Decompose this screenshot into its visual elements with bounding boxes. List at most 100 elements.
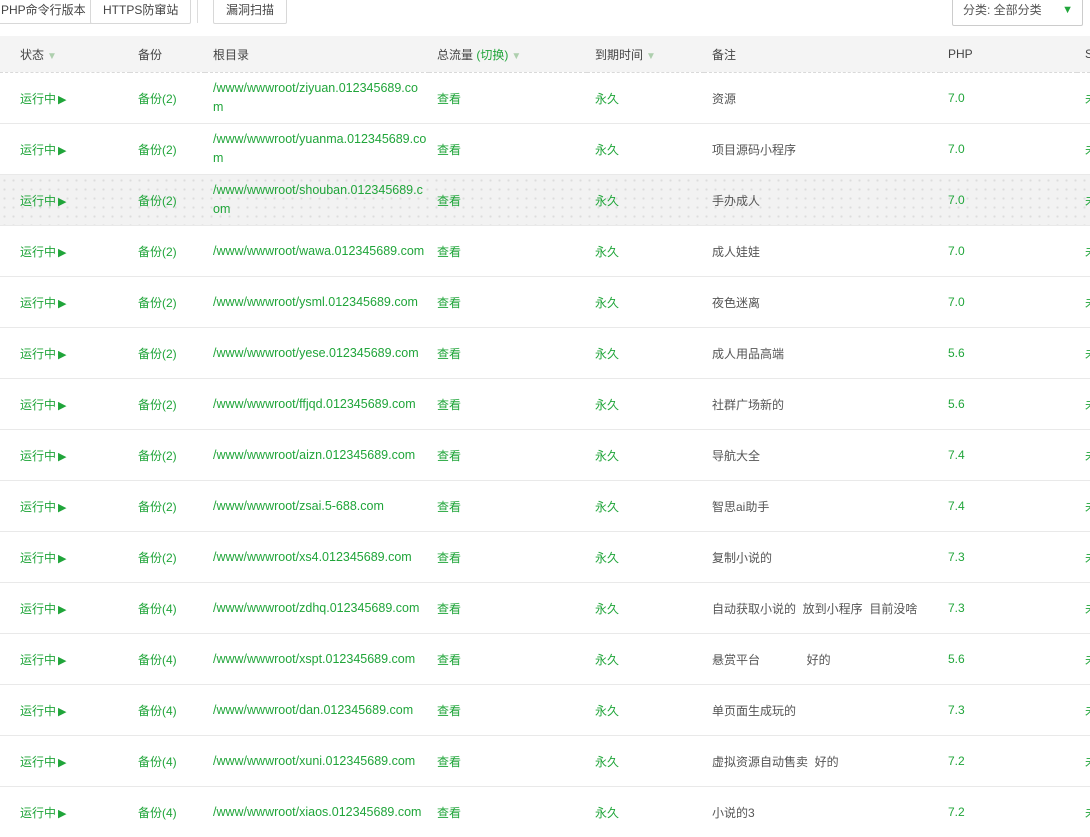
status-running-link[interactable]: 运行中 [20,245,56,259]
remark-text[interactable]: 悬赏平台 好的 [712,653,831,667]
remark-text[interactable]: 成人娃娃 [712,245,760,259]
php-version-link[interactable]: 5.6 [948,346,965,360]
traffic-view-link[interactable]: 查看 [437,755,461,769]
root-directory-link[interactable]: /www/wwwroot/zdhq.012345689.com [213,599,427,618]
php-version-link[interactable]: 7.0 [948,244,965,258]
expire-time-link[interactable]: 永久 [595,500,619,514]
status-running-link[interactable]: 运行中 [20,602,56,616]
root-directory-link[interactable]: /www/wwwroot/zsai.5-688.com [213,497,427,516]
header-status[interactable]: 状态▼ [0,36,130,73]
ssl-status[interactable]: 未 [1085,245,1090,259]
status-running-link[interactable]: 运行中 [20,806,56,820]
remark-text[interactable]: 手办成人 [712,194,760,208]
traffic-view-link[interactable]: 查看 [437,143,461,157]
php-version-link[interactable]: 7.0 [948,142,965,156]
php-version-link[interactable]: 5.6 [948,397,965,411]
status-running-link[interactable]: 运行中 [20,347,56,361]
php-version-link[interactable]: 7.0 [948,91,965,105]
traffic-view-link[interactable]: 查看 [437,398,461,412]
backup-link[interactable]: 备份(2) [138,551,177,565]
traffic-view-link[interactable]: 查看 [437,449,461,463]
remark-text[interactable]: 智思ai助手 [712,500,769,514]
backup-link[interactable]: 备份(4) [138,653,177,667]
status-running-link[interactable]: 运行中 [20,653,56,667]
php-version-link[interactable]: 7.3 [948,601,965,615]
traffic-view-link[interactable]: 查看 [437,296,461,310]
php-version-link[interactable]: 7.4 [948,448,965,462]
ssl-status[interactable]: 未 [1085,398,1090,412]
traffic-view-link[interactable]: 查看 [437,806,461,820]
backup-link[interactable]: 备份(2) [138,296,177,310]
backup-link[interactable]: 备份(4) [138,704,177,718]
category-filter-select[interactable]: 分类: 全部分类 ▼ [952,0,1083,26]
remark-text[interactable]: 资源 [712,92,736,106]
status-running-link[interactable]: 运行中 [20,704,56,718]
expire-time-link[interactable]: 永久 [595,143,619,157]
remark-text[interactable]: 社群广场新的 [712,398,784,412]
remark-text[interactable]: 自动获取小说的 放到小程序 目前没啥 [712,602,917,616]
traffic-view-link[interactable]: 查看 [437,500,461,514]
traffic-switch-link[interactable]: (切换) [476,48,508,62]
remark-text[interactable]: 单页面生成玩的 [712,704,796,718]
ssl-status[interactable]: 未 [1085,296,1090,310]
expire-time-link[interactable]: 永久 [595,755,619,769]
traffic-view-link[interactable]: 查看 [437,194,461,208]
php-version-link[interactable]: 7.0 [948,295,965,309]
backup-link[interactable]: 备份(4) [138,755,177,769]
status-running-link[interactable]: 运行中 [20,194,56,208]
expire-time-link[interactable]: 永久 [595,653,619,667]
backup-link[interactable]: 备份(4) [138,806,177,820]
ssl-status[interactable]: 未 [1085,551,1090,565]
backup-link[interactable]: 备份(2) [138,398,177,412]
traffic-view-link[interactable]: 查看 [437,347,461,361]
expire-time-link[interactable]: 永久 [595,296,619,310]
php-version-link[interactable]: 5.6 [948,652,965,666]
expire-time-link[interactable]: 永久 [595,704,619,718]
https-guard-button[interactable]: HTTPS防窜站 [90,0,191,24]
root-directory-link[interactable]: /www/wwwroot/wawa.012345689.com [213,242,427,261]
remark-text[interactable]: 虚拟资源自动售卖 好的 [712,755,839,769]
root-directory-link[interactable]: /www/wwwroot/ffjqd.012345689.com [213,395,427,414]
root-directory-link[interactable]: /www/wwwroot/xiaos.012345689.com [213,803,427,822]
php-cli-version-button[interactable]: PHP命令行版本 [0,0,99,24]
status-running-link[interactable]: 运行中 [20,143,56,157]
php-version-link[interactable]: 7.2 [948,805,965,819]
backup-link[interactable]: 备份(2) [138,347,177,361]
status-running-link[interactable]: 运行中 [20,755,56,769]
php-version-link[interactable]: 7.0 [948,193,965,207]
expire-time-link[interactable]: 永久 [595,551,619,565]
php-version-link[interactable]: 7.4 [948,499,965,513]
root-directory-link[interactable]: /www/wwwroot/ysml.012345689.com [213,293,427,312]
expire-time-link[interactable]: 永久 [595,449,619,463]
php-version-link[interactable]: 7.2 [948,754,965,768]
remark-text[interactable]: 复制小说的 [712,551,772,565]
ssl-status[interactable]: 未 [1085,92,1090,106]
traffic-view-link[interactable]: 查看 [437,92,461,106]
ssl-status[interactable]: 未 [1085,143,1090,157]
ssl-status[interactable]: 未 [1085,194,1090,208]
ssl-status[interactable]: 未 [1085,704,1090,718]
remark-text[interactable]: 项目源码小程序 [712,143,796,157]
expire-time-link[interactable]: 永久 [595,347,619,361]
header-traffic[interactable]: 总流量 (切换)▼ [429,36,587,73]
vuln-scan-button[interactable]: 漏洞扫描 [213,0,287,24]
traffic-view-link[interactable]: 查看 [437,245,461,259]
expire-time-link[interactable]: 永久 [595,398,619,412]
backup-link[interactable]: 备份(4) [138,602,177,616]
root-directory-link[interactable]: /www/wwwroot/xs4.012345689.com [213,548,427,567]
root-directory-link[interactable]: /www/wwwroot/xspt.012345689.com [213,650,427,669]
remark-text[interactable]: 小说的3 [712,806,755,820]
traffic-view-link[interactable]: 查看 [437,704,461,718]
status-running-link[interactable]: 运行中 [20,500,56,514]
ssl-status[interactable]: 未 [1085,755,1090,769]
expire-time-link[interactable]: 永久 [595,806,619,820]
php-version-link[interactable]: 7.3 [948,550,965,564]
root-directory-link[interactable]: /www/wwwroot/aizn.012345689.com [213,446,427,465]
status-running-link[interactable]: 运行中 [20,92,56,106]
ssl-status[interactable]: 未 [1085,602,1090,616]
expire-time-link[interactable]: 永久 [595,194,619,208]
backup-link[interactable]: 备份(2) [138,245,177,259]
ssl-status[interactable]: 未 [1085,347,1090,361]
ssl-status[interactable]: 未 [1085,653,1090,667]
backup-link[interactable]: 备份(2) [138,92,177,106]
